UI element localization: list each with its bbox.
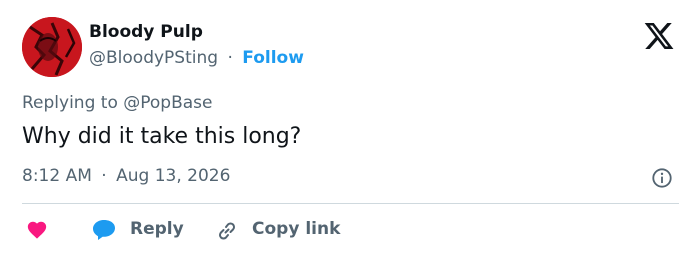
reply-label: Reply <box>130 219 184 239</box>
tweet-time: 8:12 AM <box>22 166 92 186</box>
follow-button[interactable]: Follow <box>242 48 304 68</box>
copy-link-label: Copy link <box>252 219 341 239</box>
heart-icon[interactable] <box>26 219 48 241</box>
separator-dot: · <box>227 48 233 68</box>
author-display-name[interactable]: Bloody Pulp <box>89 22 203 42</box>
avatar-image <box>22 17 82 77</box>
tweet-date: Aug 13, 2026 <box>116 166 231 186</box>
replying-to: Replying to @PopBase <box>22 93 212 113</box>
divider <box>22 203 679 204</box>
author-handle[interactable]: @BloodyPSting <box>89 48 218 68</box>
separator-dot: · <box>101 166 107 186</box>
author-handle-row: @BloodyPSting · Follow <box>89 48 304 68</box>
replying-to-prefix: Replying to <box>22 93 118 113</box>
x-logo-icon[interactable] <box>639 20 679 52</box>
tweet-text: Why did it take this long? <box>22 124 302 149</box>
tweet-timestamp[interactable]: 8:12 AM · Aug 13, 2026 <box>22 166 230 186</box>
tweet-embed-card: Bloody Pulp @BloodyPSting · Follow Reply… <box>0 0 700 256</box>
avatar[interactable] <box>22 17 82 77</box>
link-icon <box>218 222 236 240</box>
replying-to-handle[interactable]: @PopBase <box>123 93 212 113</box>
speech-bubble-icon <box>93 220 115 240</box>
info-icon[interactable] <box>651 167 673 189</box>
